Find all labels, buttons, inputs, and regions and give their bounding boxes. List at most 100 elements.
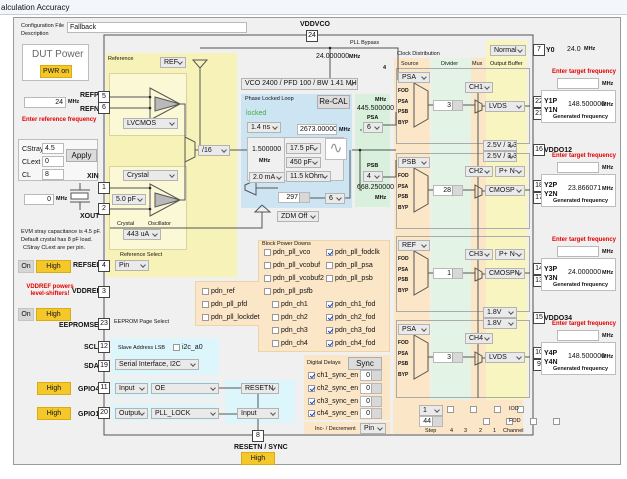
clext-input[interactable]: 0 [42,156,64,167]
pdn-pll-lockdet-checkbox[interactable]: pdn_pll_lockdet [202,313,260,322]
input-type-dropdown[interactable]: LVCMOS [123,118,178,129]
eeprom-high-button[interactable]: High [36,308,71,321]
pdn-pll-vco-checkbox[interactable]: pdn_pll_vco [264,248,310,257]
ch1-delay-spinner[interactable]: 0 [360,370,382,381]
iod-ch4-checkbox[interactable] [447,406,454,413]
fod-ch2-checkbox[interactable] [529,418,537,425]
reference-select-dropdown[interactable]: Pin [115,260,149,271]
vddo34-b-dropdown[interactable]: 1.8V [483,318,517,329]
ch3-format-dropdown[interactable]: CMOSPN [485,268,525,279]
sync-button[interactable]: Sync [348,357,382,370]
gpio4-function-dropdown[interactable]: OE [151,383,219,394]
xtal-freq-input[interactable]: 0 [24,194,54,205]
pdn-pll-vcobuf2-checkbox[interactable]: pdn_pll_vcobuf2 [264,274,324,283]
ch1-mux-dropdown[interactable]: CH1 [465,82,493,93]
ch2-source-dropdown[interactable]: PSB [398,157,430,168]
eeprom-on-button[interactable]: On [18,308,34,321]
zdm-dropdown[interactable]: ZDM Off [277,211,319,222]
ch3-polarity-dropdown[interactable]: P+ N- [495,249,525,260]
config-file-input[interactable]: Fallback [67,22,247,33]
y3-target-input[interactable] [557,246,599,257]
pdn-pll-pfd-checkbox[interactable]: pdn_pll_pfd [202,300,247,309]
source-type-dropdown[interactable]: Crystal [123,170,178,181]
ch4-sync-en-checkbox[interactable]: ch4_sync_en [308,409,358,418]
c2-dropdown[interactable]: 450 pF [286,157,321,168]
vddo12-b-dropdown[interactable]: 2.5V / 3.3V [483,151,517,162]
pdn-pll-psa-checkbox[interactable]: pdn_pll_psa [326,261,373,270]
pdn-pll-psfb-checkbox[interactable]: pdn_pll_psfb [264,287,313,296]
vddo12-a-dropdown[interactable]: 2.5V / 3.3V [483,140,517,151]
y4-target-input[interactable] [557,330,599,341]
ch4-format-dropdown[interactable]: LVDS [485,352,525,363]
ch4-mux-dropdown[interactable]: CH4 [465,333,493,344]
resetn-high-button[interactable]: High [241,452,275,465]
resetn-direction-dropdown[interactable]: Input [237,408,279,419]
r-dropdown[interactable]: 11.5 kOhm [286,171,331,182]
y0-mode-dropdown[interactable]: Normal [490,45,526,56]
resetn-function-dropdown[interactable]: RESETN [241,383,279,394]
pdn-ref-checkbox[interactable]: pdn_ref [202,287,235,296]
pll-delay-dropdown[interactable]: 1.4 ns [247,122,281,133]
vco-freq-input[interactable]: 2673.000000 [297,124,337,135]
ch2-delay-spinner[interactable]: 0 [360,383,382,394]
drive-current-dropdown[interactable]: 443 uA [123,229,161,240]
pwr-on-button[interactable]: PWR on [40,65,72,78]
gpio1-function-dropdown[interactable]: PLL_LOCK [151,408,219,419]
gpio4-direction-dropdown[interactable]: Input [115,383,148,394]
ch1-source-dropdown[interactable]: PSA [398,72,430,83]
cl-input[interactable]: 8 [42,169,64,180]
gpio4-high-button[interactable]: High [37,382,71,395]
pdn-ch2-checkbox[interactable]: pdn_ch2 [272,313,308,322]
pdn-ch2-fod-checkbox[interactable]: pdn_ch2_fod [326,313,375,322]
refsel-high-button[interactable]: High [36,260,71,273]
ch4-source-dropdown[interactable]: PSA [398,324,430,335]
pdn-ch3-checkbox[interactable]: pdn_ch3 [272,326,308,335]
load-cap-dropdown[interactable]: 5.0 pF [112,194,146,205]
vddo34-a-dropdown[interactable]: 1.8V [483,307,517,318]
fod-ch1-checkbox[interactable] [552,418,560,425]
ch2-format-dropdown[interactable]: CMOSP [485,185,525,196]
ch3-divider-spinner[interactable]: 1 [433,268,463,279]
psa-divider-dropdown[interactable]: 6 [363,122,383,133]
ch2-polarity-dropdown[interactable]: P+ N- [495,166,525,177]
c1-dropdown[interactable]: 17.5 pF [286,143,321,154]
feedback-divider-spinner[interactable]: 297 [278,192,310,203]
pdn-ch1-checkbox[interactable]: pdn_ch1 [272,300,308,309]
ch1-divider-spinner[interactable]: 3 [433,100,463,111]
ch1-sync-en-checkbox[interactable]: ch1_sync_en [308,371,358,380]
cstray-input[interactable]: 4.5 [42,143,64,154]
ch3-source-dropdown[interactable]: REF [398,240,430,251]
pdn-pll-fodclk-checkbox[interactable]: pdn_pll_fodclk [326,248,380,257]
step-select-dropdown[interactable]: 1 [419,405,443,416]
ch3-sync-en-checkbox[interactable]: ch3_sync_en [308,397,358,406]
ch3-delay-spinner[interactable]: 0 [360,396,382,407]
charge-pump-dropdown[interactable]: 2.0 mA [249,172,285,183]
gpio1-high-button[interactable]: High [37,407,71,420]
ch2-mux-dropdown[interactable]: CH2 [465,166,493,177]
y1-target-input[interactable] [557,78,599,89]
apply-button[interactable]: Apply [66,149,97,162]
psb-divider-dropdown[interactable]: 4 [363,171,383,182]
i2c-a0-checkbox[interactable]: i2c_a0 [173,343,203,352]
feedback-prescaler-dropdown[interactable]: 6 [325,193,345,204]
ch1-format-dropdown[interactable]: LVDS [485,101,525,112]
ch2-sync-en-checkbox[interactable]: ch2_sync_en [308,384,358,393]
ref-select-dropdown[interactable]: REF [160,57,186,68]
fod-ch4-checkbox[interactable] [482,418,490,425]
pdn-pll-vcobuf-checkbox[interactable]: pdn_pll_vcobuf [264,261,320,270]
ref-freq-input[interactable]: 24 [24,97,66,108]
pdn-pll-psb-checkbox[interactable]: pdn_pll_psb [326,274,373,283]
incdec-dropdown[interactable]: Pin [360,423,386,434]
refsel-on-button[interactable]: On [18,260,34,273]
step-value-spinner[interactable]: 44 [419,416,443,427]
gpio1-direction-dropdown[interactable]: Output [115,408,148,419]
iod-ch2-checkbox[interactable] [493,406,501,413]
y2-target-input[interactable] [557,162,599,173]
ch4-delay-spinner[interactable]: 0 [360,408,382,419]
vco-config-dropdown[interactable]: VCO 2400 / PFD 100 / BW 1.41 MHz [241,78,358,90]
ch3-mux-dropdown[interactable]: CH3 [465,249,493,260]
ch2-divider-spinner[interactable]: 28 [433,185,463,196]
ref-divider-dropdown[interactable]: /16 [198,145,230,156]
pdn-ch4-checkbox[interactable]: pdn_ch4 [272,339,308,348]
serial-interface-dropdown[interactable]: Serial Interface, I2C [115,359,199,370]
